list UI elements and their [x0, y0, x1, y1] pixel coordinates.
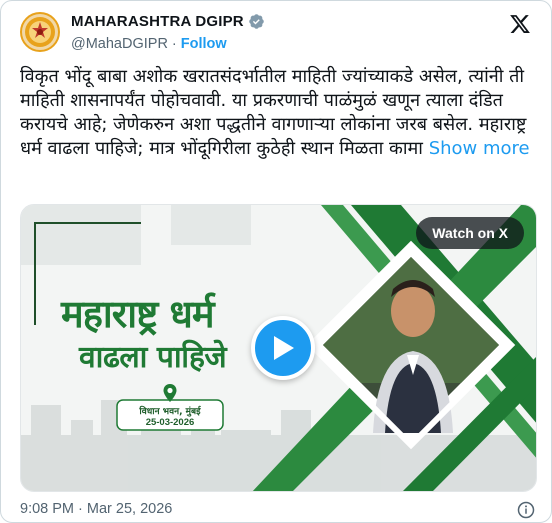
state-emblem-logo: [25, 17, 55, 47]
account-avatar[interactable]: [20, 12, 60, 52]
video-headline-line1: महाराष्ट्र धर्म: [61, 292, 215, 336]
account-name-row: MAHARASHTRA DGIPR: [71, 13, 265, 30]
watch-on-x-button[interactable]: Watch on X: [416, 217, 524, 249]
video-venue-label: विधान भवन, मुंबई: [139, 407, 201, 417]
play-button[interactable]: [251, 316, 315, 380]
show-more-link[interactable]: Show more: [429, 138, 530, 159]
account-handle-row: @MahaDGIPR · Follow: [71, 36, 227, 52]
verified-badge-icon: [249, 14, 264, 29]
tweet-video[interactable]: Watch on X महाराष्ट्र धर्म वाढला पाहिजे …: [20, 204, 537, 492]
follow-button[interactable]: Follow: [181, 36, 227, 52]
tweet-timestamp[interactable]: 9:08 PM · Mar 25, 2026: [20, 501, 172, 517]
account-handle[interactable]: @MahaDGIPR: [71, 36, 168, 52]
x-logo-icon[interactable]: [509, 13, 531, 35]
video-date-label: 25-03-2026: [145, 417, 195, 428]
info-icon[interactable]: [517, 501, 535, 519]
handle-separator: ·: [171, 36, 177, 52]
play-icon: [274, 336, 294, 360]
account-display-name[interactable]: MAHARASHTRA DGIPR: [71, 13, 244, 30]
tweet-text: विकृत भोंदू बाबा अशोक खरातसंदर्भातील माह…: [20, 65, 536, 161]
tweet-card: MAHARASHTRA DGIPR @MahaDGIPR · Follow वि…: [0, 0, 552, 523]
map-pin-icon: [163, 384, 177, 402]
video-headline-line2: वाढला पाहिजे: [79, 340, 227, 375]
